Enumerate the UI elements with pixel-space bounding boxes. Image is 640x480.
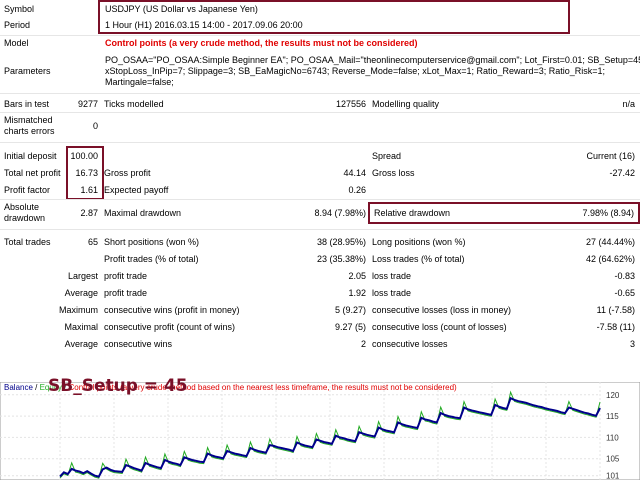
period-label: Period: [4, 20, 31, 30]
avg-losses-value: 3: [629, 339, 635, 349]
maximal-profit-value: 9.27 (5): [334, 322, 366, 332]
quality-label: Modelling quality: [372, 99, 440, 109]
legend-sep-1: /: [32, 383, 40, 392]
parameters-line-3: Martingale=false;: [105, 77, 174, 87]
average-profit-value: 1.92: [348, 288, 366, 298]
long-positions-value: 27 (44.44%): [585, 237, 635, 247]
abs-drawdown-label-1: Absolute: [4, 202, 40, 212]
mismatch-label-2: charts errors: [4, 126, 55, 136]
max-losses-label: consecutive losses (loss in money): [372, 305, 512, 315]
spread-value: Current (16): [586, 151, 635, 161]
loss-trades-value: 42 (64.62%): [585, 254, 635, 264]
expected-payoff-value: 0.26: [348, 185, 366, 195]
avg-wins-value: 2: [360, 339, 366, 349]
abs-drawdown-label-2: drawdown: [4, 213, 46, 223]
largest-loss-label: loss trade: [372, 271, 412, 281]
maximal-loss-label: consecutive loss (count of losses): [372, 322, 507, 332]
profit-trades-label: Profit trades (% of total): [104, 254, 199, 264]
balance-chart: 101 105 110 115 120: [0, 382, 640, 480]
max-wins-label: consecutive wins (profit in money): [104, 305, 240, 315]
max-losses-value: 11 (-7.58): [596, 305, 635, 315]
gross-loss-value: -27.42: [609, 168, 635, 178]
max-drawdown-label: Maximal drawdown: [104, 208, 182, 218]
model-label: Model: [4, 38, 29, 48]
maximal-label: Maximal: [64, 322, 98, 332]
profit-factor-label: Profit factor: [4, 185, 51, 195]
parameters-line-1: PO_OSAA="PO_OSAA:Simple Beginner EA"; PO…: [105, 55, 640, 65]
abs-drawdown-value: 2.87: [80, 208, 98, 218]
period-value: 1 Hour (H1) 2016.03.15 14:00 - 2017.09.0…: [105, 20, 303, 30]
symbol-value: USDJPY (US Dollar vs Japanese Yen): [105, 4, 258, 14]
short-positions-value: 38 (28.95%): [316, 237, 366, 247]
mismatch-value: 0: [92, 121, 98, 131]
sb-setup-overlay: SB_Setup = 45: [48, 376, 188, 396]
maximal-profit-label: consecutive profit (count of wins): [104, 322, 236, 332]
y-tick-label: 105: [606, 455, 620, 464]
long-positions-label: Long positions (won %): [372, 237, 466, 247]
chart-frame: [0, 382, 640, 480]
profit-factor-value: 1.61: [80, 185, 98, 195]
largest-profit-label: profit trade: [104, 271, 148, 281]
avg-wins-label: consecutive wins: [104, 339, 173, 349]
average-label: Average: [64, 288, 98, 298]
rel-drawdown-label: Relative drawdown: [374, 208, 451, 218]
average2-label: Average: [64, 339, 98, 349]
y-tick-label: 110: [606, 433, 619, 442]
y-tick-label: 101: [606, 472, 620, 480]
average-loss-label: loss trade: [372, 288, 412, 298]
average-profit-label: profit trade: [104, 288, 148, 298]
gross-loss-label: Gross loss: [372, 168, 415, 178]
symbol-label: Symbol: [4, 4, 35, 14]
max-drawdown-value: 8.94 (7.98%): [314, 208, 366, 218]
expected-payoff-label: Expected payoff: [104, 185, 169, 195]
total-trades-label: Total trades: [4, 237, 51, 247]
profit-trades-value: 23 (35.38%): [316, 254, 366, 264]
legend-balance: Balance: [4, 383, 33, 392]
net-profit-label: Total net profit: [4, 168, 61, 178]
gross-profit-value: 44.14: [343, 168, 366, 178]
total-trades-value: 65: [87, 237, 98, 247]
parameters-line-2: xStopLoss_InPip=7; Slippage=3; SB_EaMagi…: [105, 66, 606, 76]
ticks-label: Ticks modelled: [104, 99, 164, 109]
bars-value: 9277: [77, 99, 98, 109]
max-wins-value: 5 (9.27): [334, 305, 366, 315]
maximal-loss-value: -7.58 (11): [596, 322, 635, 332]
bars-label: Bars in test: [4, 99, 50, 109]
y-tick-label: 115: [606, 412, 619, 421]
maximum-label: Maximum: [58, 305, 98, 315]
quality-value: n/a: [622, 99, 635, 109]
parameters-label: Parameters: [4, 66, 51, 76]
mismatch-label-1: Mismatched: [4, 115, 53, 125]
model-value: Control points (a very crude method, the…: [105, 38, 418, 48]
rel-drawdown-value: 7.98% (8.94): [582, 208, 634, 218]
avg-losses-label: consecutive losses: [372, 339, 448, 349]
largest-profit-value: 2.05: [348, 271, 366, 281]
gross-profit-label: Gross profit: [104, 168, 151, 178]
largest-label: Largest: [67, 271, 98, 281]
deposit-value: 100.00: [70, 151, 98, 161]
largest-loss-value: -0.83: [614, 271, 635, 281]
average-loss-value: -0.65: [614, 288, 635, 298]
short-positions-label: Short positions (won %): [104, 237, 200, 247]
deposit-label: Initial deposit: [4, 151, 57, 161]
net-profit-value: 16.73: [75, 168, 98, 178]
spread-label: Spread: [372, 151, 402, 161]
loss-trades-label: Loss trades (% of total): [372, 254, 465, 264]
ticks-value: 127556: [335, 99, 366, 109]
y-tick-label: 120: [606, 391, 620, 400]
